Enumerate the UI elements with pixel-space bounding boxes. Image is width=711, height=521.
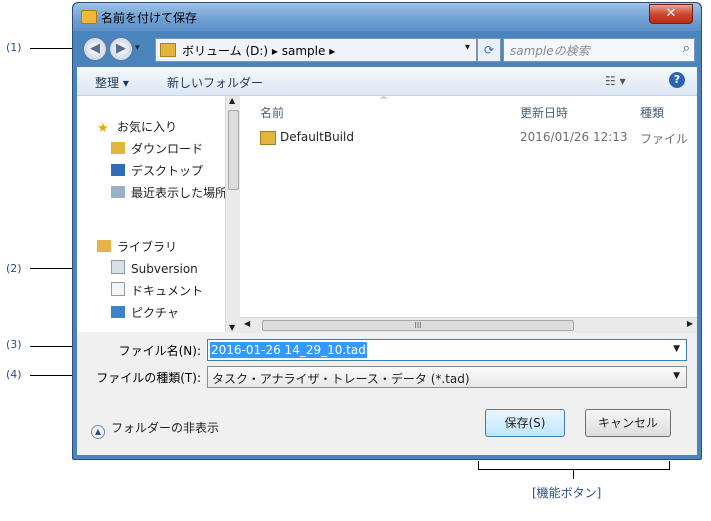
callout-1: (1) <box>6 41 22 54</box>
column-header-modified[interactable]: 更新日時 <box>520 104 568 121</box>
filename-label: ファイル名(N): <box>118 344 201 358</box>
recent-places-icon <box>111 186 125 198</box>
nav-label: Subversion <box>131 262 198 276</box>
close-button[interactable]: ✕ <box>649 4 693 24</box>
scroll-down-icon[interactable]: ▼ <box>229 323 235 332</box>
hide-folders-toggle[interactable]: ▲ フォルダーの非表示 <box>91 419 219 439</box>
callout-3: (3) <box>6 338 22 351</box>
chevron-down-icon[interactable]: ▼ <box>673 371 680 381</box>
collapse-icon: ▲ <box>91 425 105 439</box>
filetype-value: タスク・アナライザ・トレース・データ (*.tad) <box>212 372 470 386</box>
sort-icon: ^ <box>380 96 388 106</box>
function-buttons-label: [機能ボタン] <box>532 486 602 500</box>
filename-value[interactable]: 2016-01-26 14_29_10.tad <box>210 342 367 358</box>
refresh-icon[interactable]: ⟳ <box>477 38 501 62</box>
chevron-down-icon[interactable]: ▼ <box>673 344 680 354</box>
file-scroll-thumb[interactable]: III <box>262 320 574 331</box>
nav-scrollbar[interactable]: ▲ ▼ <box>225 96 240 332</box>
column-header-name[interactable]: 名前 <box>260 104 284 121</box>
function-buttons-bracket-tick <box>573 469 574 479</box>
title-bar[interactable]: 名前を付けて保存 ✕ <box>73 3 701 31</box>
history-dropdown-icon[interactable]: ▾ <box>135 43 140 53</box>
file-type: ファイル <box>640 132 689 146</box>
address-row: ◀ ▶ ▾ ボリューム (D:) ▸ sample ▸ ▾ ⟳ sampleの検… <box>73 31 701 67</box>
library-icon <box>97 240 111 252</box>
nav-item-recent[interactable]: 最近表示した場所 <box>111 184 227 201</box>
scroll-right-icon[interactable]: ▶ <box>687 319 693 328</box>
search-icon[interactable]: ⌕ <box>683 41 690 56</box>
nav-item-documents[interactable]: ドキュメント <box>111 282 203 299</box>
nav-item-favorites[interactable]: ★ お気に入り <box>97 118 178 136</box>
filetype-select[interactable]: タスク・アナライザ・トレース・データ (*.tad) ▼ <box>207 366 687 388</box>
chevron-down-icon[interactable]: ▾ <box>465 42 470 53</box>
nav-label: デスクトップ <box>131 164 204 178</box>
dialog-client: 整理 ▾ 新しいフォルダー ☷ ▾ ? ★ お気に入り ダウンロード デスクトップ… <box>77 67 697 455</box>
folder-icon <box>260 131 276 145</box>
address-path[interactable]: ボリューム (D:) ▸ sample ▸ <box>182 42 335 59</box>
download-folder-icon <box>111 142 125 154</box>
save-button[interactable]: 保存(S) <box>485 409 565 437</box>
filename-field[interactable]: 2016-01-26 14_29_10.tad ▼ <box>207 339 687 361</box>
file-row[interactable]: DefaultBuild 2016/01/26 12:13 ファイル <box>254 128 694 148</box>
forward-icon[interactable]: ▶ <box>109 37 133 61</box>
document-library-icon <box>111 260 125 274</box>
nav-scroll-thumb[interactable] <box>228 110 239 190</box>
hide-folders-label: フォルダーの非表示 <box>111 421 220 435</box>
file-modified: 2016/01/26 12:13 <box>520 130 628 144</box>
save-options: ファイル名(N): 2016-01-26 14_29_10.tad ▼ ファイル… <box>77 333 697 455</box>
address-bar[interactable]: ボリューム (D:) ▸ sample ▸ ▾ <box>155 38 477 62</box>
nav-item-downloads[interactable]: ダウンロード <box>111 140 203 157</box>
filetype-label: ファイルの種類(T): <box>96 371 201 385</box>
nav-label: お気に入り <box>117 120 178 134</box>
nav-label: 最近表示した場所 <box>131 186 228 200</box>
nav-label: ライブラリ <box>117 240 178 254</box>
file-name: DefaultBuild <box>280 130 354 144</box>
callout-2: (2) <box>6 262 22 275</box>
nav-label: ドキュメント <box>131 284 204 298</box>
scroll-left-icon[interactable]: ◀ <box>244 319 250 328</box>
new-folder-button[interactable]: 新しいフォルダー <box>167 74 263 91</box>
back-icon[interactable]: ◀ <box>83 37 107 61</box>
cancel-button[interactable]: キャンセル <box>585 409 671 437</box>
nav-item-subversion[interactable]: Subversion <box>111 260 198 276</box>
scroll-up-icon[interactable]: ▲ <box>229 96 235 105</box>
nav-item-desktop[interactable]: デスクトップ <box>111 162 203 179</box>
file-list[interactable]: 名前 ^ 更新日時 種類 DefaultBuild 2016/01/26 12:… <box>240 96 697 333</box>
document-icon <box>111 282 125 296</box>
save-as-dialog: 名前を付けて保存 ✕ ◀ ▶ ▾ ボリューム (D:) ▸ sample ▸ ▾… <box>72 2 702 460</box>
column-header-type[interactable]: 種類 <box>640 104 664 121</box>
folder-icon <box>160 43 176 57</box>
save-icon <box>81 10 97 24</box>
file-scrollbar[interactable]: ◀ III ▶ <box>240 317 697 333</box>
desktop-icon <box>111 164 125 176</box>
star-icon: ★ <box>97 121 109 136</box>
help-icon[interactable]: ? <box>669 72 685 88</box>
dialog-title: 名前を付けて保存 <box>101 11 198 25</box>
search-placeholder: sampleの検索 <box>510 44 590 58</box>
navigation-pane[interactable]: ★ お気に入り ダウンロード デスクトップ 最近表示した場所 ライブラリ Subv… <box>77 96 240 332</box>
view-icon[interactable]: ☷ ▾ <box>605 74 626 88</box>
organize-menu[interactable]: 整理 ▾ <box>95 74 129 91</box>
callout-4: (4) <box>6 368 22 381</box>
nav-item-pictures[interactable]: ピクチャ <box>111 304 179 321</box>
nav-label: ダウンロード <box>131 142 204 156</box>
picture-icon <box>111 306 125 318</box>
nav-item-libraries[interactable]: ライブラリ <box>97 238 177 255</box>
toolbar: 整理 ▾ 新しいフォルダー ☷ ▾ ? <box>77 67 697 96</box>
nav-label: ピクチャ <box>131 306 179 320</box>
function-buttons-bracket <box>478 461 670 470</box>
search-input[interactable]: sampleの検索 ⌕ <box>503 38 695 62</box>
